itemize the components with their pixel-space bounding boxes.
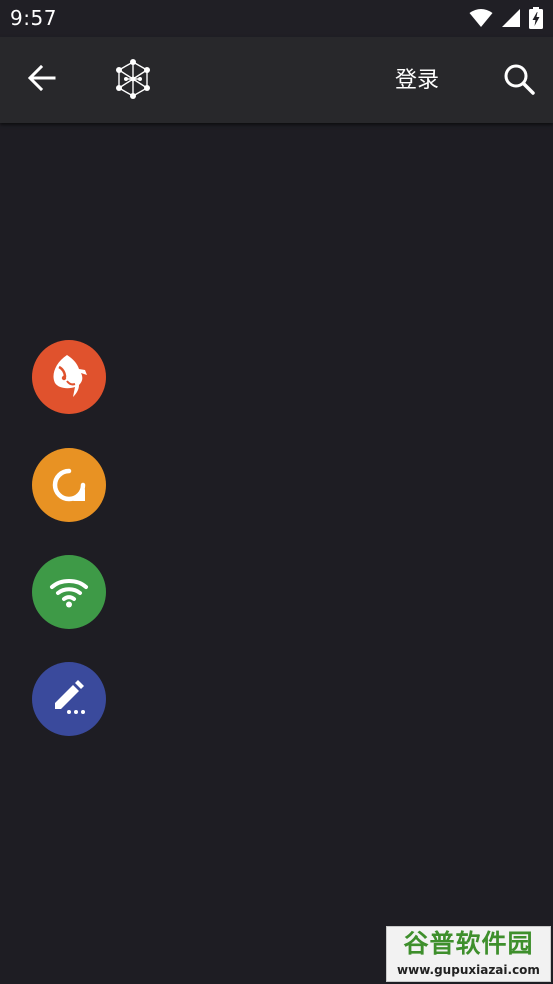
network-cube-logo-icon	[112, 59, 154, 105]
status-icons	[469, 7, 543, 33]
watermark-title: 谷普软件园	[403, 929, 534, 958]
login-button[interactable]: 登录	[382, 64, 452, 98]
refresh-icon	[47, 463, 91, 507]
pencil-icon	[49, 679, 89, 719]
edit-app-button[interactable]	[32, 662, 106, 736]
watermark: 谷普软件园 www.gupuxiazai.com	[386, 926, 551, 982]
search-icon	[503, 63, 535, 99]
status-time: 9:57	[10, 6, 57, 30]
app-logo[interactable]	[112, 59, 154, 101]
wifi-icon	[49, 576, 89, 608]
fish-app-button[interactable]	[32, 340, 106, 414]
wifi-app-button[interactable]	[32, 555, 106, 629]
wifi-status-icon	[469, 8, 493, 32]
screen: 9:57 登录 谷普软件园 www.gupuxiazai.com	[0, 0, 553, 984]
arrow-back-icon	[27, 64, 56, 95]
app-bar: 登录	[0, 37, 553, 123]
refresh-app-button[interactable]	[32, 448, 106, 522]
signal-icon	[501, 8, 521, 32]
fish-icon	[47, 353, 91, 401]
back-button[interactable]	[22, 62, 62, 98]
search-button[interactable]	[498, 61, 540, 101]
battery-charging-icon	[529, 7, 543, 33]
watermark-url: www.gupuxiazai.com	[397, 963, 540, 977]
status-bar: 9:57	[0, 0, 553, 37]
